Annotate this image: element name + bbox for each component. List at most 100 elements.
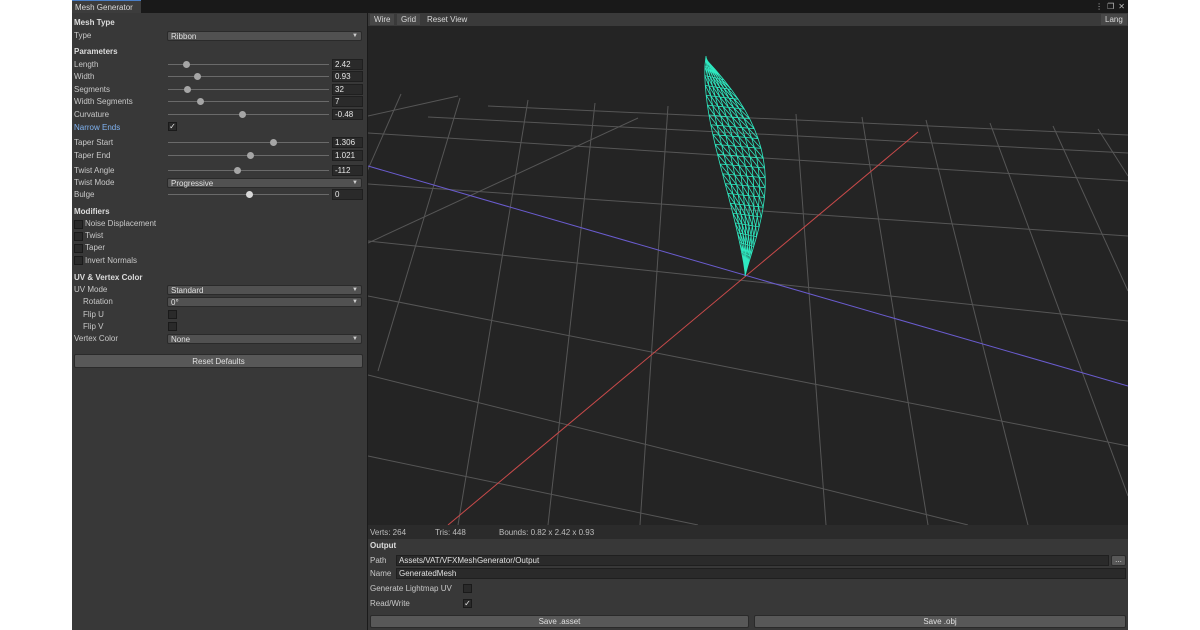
taper-start-slider[interactable] [168, 139, 329, 146]
chevron-down-icon: ▼ [352, 336, 358, 342]
lang-button[interactable]: Lang [1101, 14, 1127, 25]
read-write-checkbox[interactable]: ✓ [463, 599, 472, 608]
taper-start-field[interactable]: 1.306 [332, 137, 363, 148]
lightmap-uv-label: Generate Lightmap UV [370, 584, 452, 593]
chevron-down-icon: ▼ [352, 180, 358, 186]
bulge-slider[interactable] [168, 191, 329, 198]
twist-mode-dropdown[interactable]: Progressive ▼ [167, 178, 362, 188]
width-segments-slider-thumb[interactable] [197, 98, 205, 105]
segments-slider[interactable] [168, 86, 329, 93]
section-modifiers: Modifiers [74, 207, 110, 216]
path-label: Path [370, 556, 387, 565]
name-label: Name [370, 569, 392, 578]
path-field[interactable]: Assets/VAT/VFXMeshGenerator/Output [396, 555, 1109, 566]
3d-viewport[interactable] [368, 26, 1128, 525]
lightmap-uv-checkbox[interactable] [463, 584, 472, 593]
length-slider[interactable] [168, 61, 329, 68]
flip-v-checkbox[interactable] [168, 322, 177, 331]
grid-toggle[interactable]: Grid [397, 14, 421, 25]
width-field[interactable]: 0.93 [332, 71, 363, 82]
window-controls: ⋮ ❐ ✕ [1095, 1, 1125, 12]
taper-end-slider-thumb[interactable] [247, 152, 255, 159]
narrow-ends-checkbox[interactable]: ✓ [168, 122, 177, 131]
taper-start-label: Taper Start [74, 138, 114, 147]
noise-displacement-label: Noise Displacement [85, 219, 157, 228]
viewport-toolbar: Wire Grid Reset View Lang [368, 13, 1128, 26]
tab-bar: Mesh Generator ⋮ ❐ ✕ [72, 0, 1128, 13]
flip-u-label: Flip U [83, 310, 104, 319]
length-label: Length [74, 60, 99, 69]
type-label: Type [74, 31, 92, 40]
browse-button[interactable]: ... [1111, 555, 1126, 566]
twist-angle-field[interactable]: -112 [332, 165, 363, 176]
curvature-label: Curvature [74, 110, 110, 119]
close-icon[interactable]: ✕ [1118, 1, 1125, 12]
width-segments-slider[interactable] [168, 98, 329, 105]
twist-angle-slider-thumb[interactable] [234, 167, 242, 174]
floor-grid [368, 93, 1128, 525]
width-slider-thumb[interactable] [193, 73, 201, 80]
verts-count: Verts: 264 [370, 528, 407, 537]
taper-start-slider-thumb[interactable] [269, 139, 277, 146]
reset-view-button[interactable]: Reset View [423, 14, 471, 25]
uv-mode-dropdown[interactable]: Standard ▼ [167, 285, 362, 295]
flip-v-label: Flip V [83, 322, 104, 331]
read-write-label: Read/Write [370, 599, 410, 608]
section-uv-vertex-color: UV & Vertex Color [74, 273, 143, 282]
type-dropdown[interactable]: Ribbon ▼ [167, 31, 362, 41]
width-segments-field[interactable]: 7 [332, 96, 363, 107]
bounds-info: Bounds: 0.82 x 2.42 x 0.93 [499, 528, 595, 537]
name-field[interactable]: GeneratedMesh [396, 568, 1126, 579]
bulge-label: Bulge [74, 190, 95, 199]
tris-count: Tris: 448 [435, 528, 466, 537]
viewport-canvas [368, 55, 1128, 525]
output-panel: Output Path Assets/VAT/VFXMeshGenerator/… [368, 539, 1128, 630]
width-segments-label: Width Segments [74, 97, 133, 106]
wire-toggle[interactable]: Wire [370, 14, 395, 25]
bulge-slider-thumb[interactable] [245, 191, 253, 198]
rotation-value: 0° [171, 298, 179, 307]
segments-slider-thumb[interactable] [184, 86, 192, 93]
width-label: Width [74, 72, 95, 81]
curvature-slider-thumb[interactable] [239, 111, 247, 118]
mesh-wire-lines [704, 55, 766, 277]
curvature-slider[interactable] [168, 111, 329, 118]
flip-u-checkbox[interactable] [168, 310, 177, 319]
rotation-dropdown[interactable]: 0° ▼ [167, 297, 362, 307]
type-value: Ribbon [171, 32, 197, 41]
length-slider-thumb[interactable] [182, 61, 190, 68]
x-axis-line [447, 131, 919, 525]
invert-normals-checkbox[interactable] [74, 256, 83, 265]
reset-defaults-button[interactable]: Reset Defaults [74, 354, 363, 368]
save-asset-button[interactable]: Save .asset [370, 615, 749, 628]
vertex-color-value: None [171, 335, 191, 344]
noise-displacement-checkbox[interactable] [74, 220, 83, 229]
status-bar: Verts: 264 Tris: 448 Bounds: 0.82 x 2.42… [368, 525, 1128, 539]
rotation-label: Rotation [83, 297, 113, 306]
taper-checkbox[interactable] [74, 244, 83, 253]
mesh-generator-window: Mesh Generator ⋮ ❐ ✕ Mesh Type Type Ribb… [72, 0, 1128, 630]
segments-field[interactable]: 32 [332, 84, 363, 95]
twist-angle-slider[interactable] [168, 167, 329, 174]
settings-panel: Mesh Type Type Ribbon ▼ Parameters Length… [72, 13, 367, 630]
bulge-field[interactable]: 0 [332, 189, 363, 200]
more-options-icon[interactable]: ⋮ [1095, 1, 1103, 12]
twist-label: Twist [85, 231, 104, 240]
tab-mesh-generator[interactable]: Mesh Generator [72, 0, 141, 13]
chevron-down-icon: ▼ [352, 33, 358, 39]
curvature-field[interactable]: -0.48 [332, 109, 363, 120]
twist-checkbox[interactable] [74, 232, 83, 241]
mesh-wireframe [704, 55, 766, 277]
vertex-color-dropdown[interactable]: None ▼ [167, 334, 362, 344]
taper-end-slider[interactable] [168, 152, 329, 159]
width-slider[interactable] [168, 73, 329, 80]
length-field[interactable]: 2.42 [332, 59, 363, 70]
restore-window-icon[interactable]: ❐ [1107, 1, 1114, 12]
taper-label: Taper [85, 243, 106, 252]
save-obj-button[interactable]: Save .obj [754, 615, 1126, 628]
z-axis-line [368, 165, 1128, 387]
section-mesh-type: Mesh Type [74, 18, 115, 27]
uv-mode-value: Standard [171, 286, 204, 295]
invert-normals-label: Invert Normals [85, 256, 138, 265]
taper-end-field[interactable]: 1.021 [332, 150, 363, 161]
